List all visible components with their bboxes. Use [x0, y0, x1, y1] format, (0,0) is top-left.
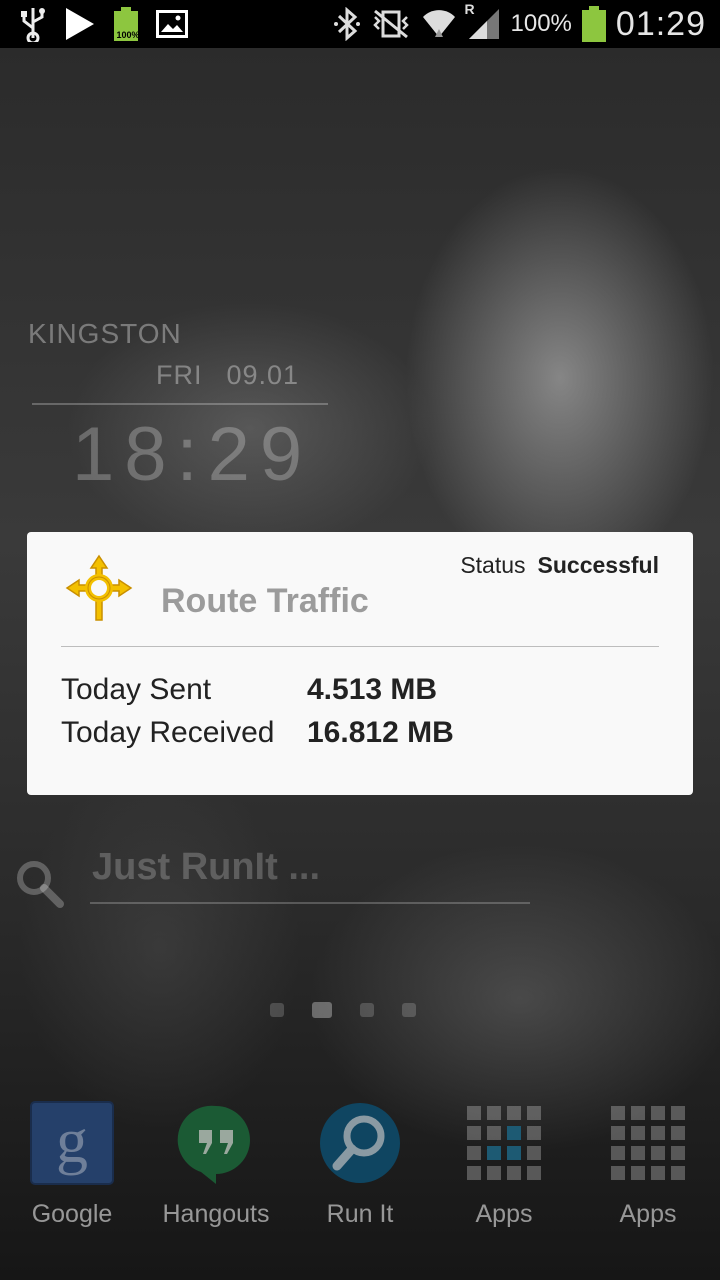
clock-date-row: FRI 09.01	[156, 360, 328, 391]
hangouts-icon	[173, 1100, 259, 1186]
dock-app-label: Hangouts	[162, 1200, 270, 1228]
route-traffic-logo-icon	[63, 552, 135, 624]
today-received-row: Today Received 16.812 MB	[61, 716, 454, 750]
dock-app-hangouts[interactable]: Hangouts	[146, 1096, 286, 1229]
page-dot-active	[312, 1002, 332, 1018]
route-traffic-divider	[61, 646, 659, 647]
picture-icon	[156, 10, 188, 38]
page-dot	[270, 1003, 284, 1017]
bluetooth-icon	[333, 7, 361, 41]
route-traffic-widget[interactable]: Route Traffic Status Successful Today Sen…	[27, 532, 693, 795]
status-time: 01:29	[615, 4, 706, 43]
page-indicator	[270, 1002, 416, 1018]
status-value: Successful	[537, 552, 659, 578]
dock-app-label: Google	[31, 1200, 113, 1228]
dock-app-apps[interactable]: Apps	[434, 1096, 574, 1229]
dock-app-run-it[interactable]: Run It	[290, 1096, 430, 1229]
battery-full-100-icon: 100%	[112, 7, 140, 41]
battery-small-label: 100%	[116, 30, 140, 40]
today-sent-row: Today Sent 4.513 MB	[61, 673, 437, 707]
search-input[interactable]: Just RunIt ...	[92, 846, 320, 889]
dock-app-google[interactable]: g Google	[2, 1096, 142, 1229]
apps-grid-icon	[461, 1100, 547, 1186]
roaming-label: R	[464, 1, 475, 17]
apps-grid-icon	[605, 1100, 691, 1186]
today-received-label: Today Received	[61, 716, 275, 749]
dock-app-label: Apps	[475, 1200, 533, 1228]
clock-day: FRI	[156, 360, 203, 390]
battery-icon	[581, 6, 606, 42]
route-traffic-title: Route Traffic	[161, 582, 369, 620]
dock: g Google Hangouts Run It Apps Apps	[0, 1096, 720, 1246]
search-icon[interactable]	[12, 856, 68, 912]
dock-app-label: Run It	[326, 1200, 394, 1228]
svg-text:g: g	[56, 1105, 88, 1176]
wifi-icon	[421, 7, 457, 41]
today-sent-value: 4.513 MB	[307, 673, 438, 706]
today-sent-label: Today Sent	[61, 673, 212, 706]
clock-widget[interactable]: KINGSTON FRI 09.01 18:29	[28, 318, 328, 498]
route-traffic-status: Status Successful	[460, 552, 659, 579]
clock-date: 09.01	[226, 360, 300, 390]
signal-roaming-icon: R	[465, 1, 501, 41]
status-bar: 100% R 100% 01:29	[0, 0, 720, 48]
page-dot	[402, 1003, 416, 1017]
google-icon: g	[29, 1100, 115, 1186]
dock-app-apps-2[interactable]: Apps	[578, 1096, 718, 1229]
today-received-value: 16.812 MB	[307, 716, 454, 749]
clock-location: KINGSTON	[28, 318, 182, 349]
usb-icon	[18, 6, 48, 42]
clock-divider	[32, 403, 328, 405]
dock-app-label: Apps	[619, 1200, 677, 1228]
run-it-icon	[317, 1100, 403, 1186]
search-underline	[90, 902, 530, 904]
run-it-search-widget[interactable]: Just RunIt ...	[12, 846, 532, 908]
status-label: Status	[460, 552, 526, 578]
battery-percent: 100%	[510, 10, 572, 37]
page-dot	[360, 1003, 374, 1017]
clock-time: 18:29	[72, 412, 313, 497]
play-store-icon	[64, 7, 96, 41]
vibrate-mute-icon	[371, 7, 411, 41]
